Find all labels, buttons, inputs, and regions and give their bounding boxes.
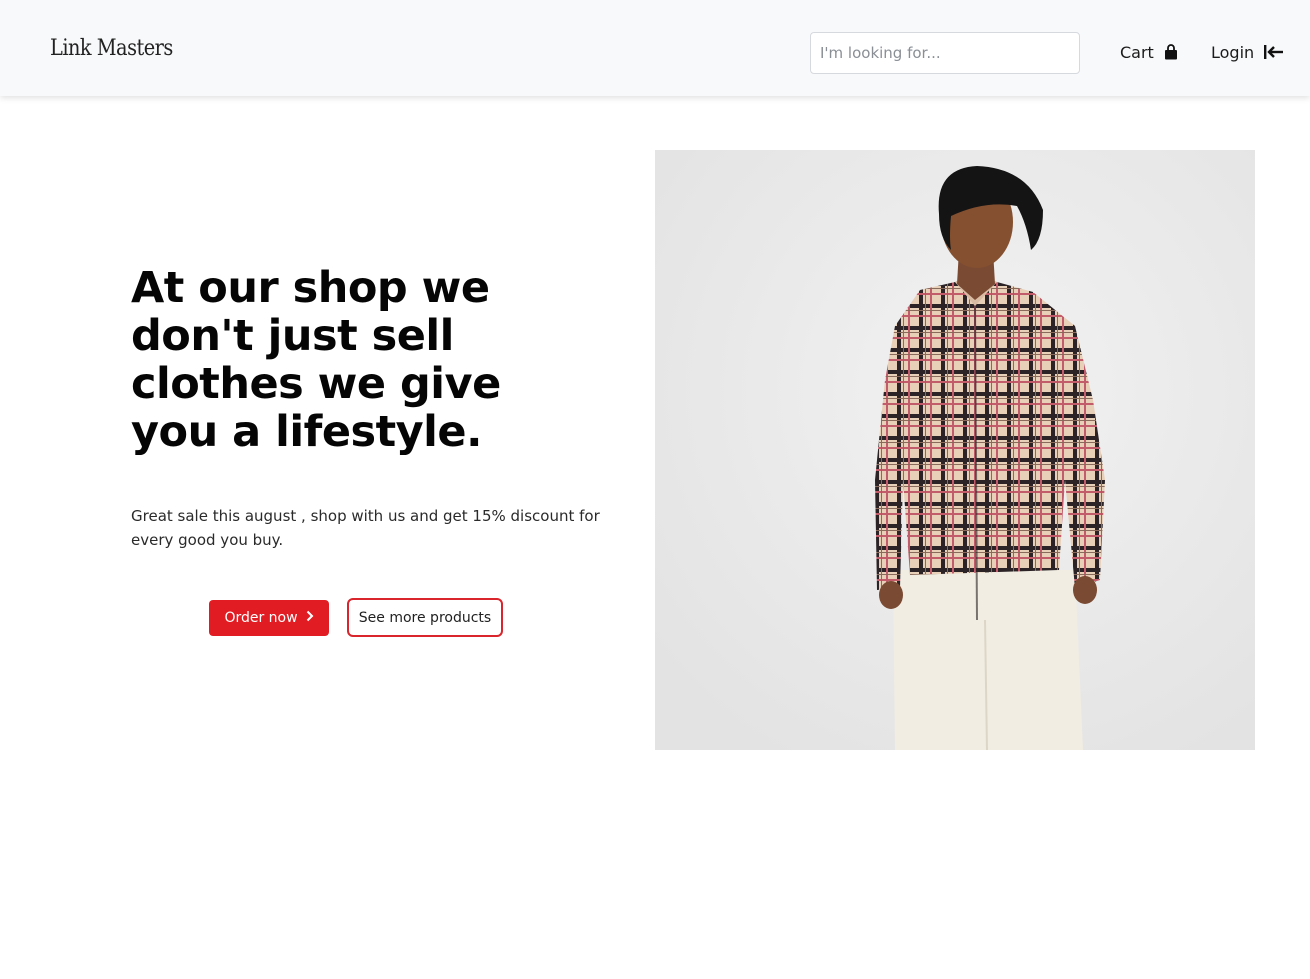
hero-subtext: Great sale this august , shop with us an… xyxy=(131,507,600,549)
shopping-bag-icon xyxy=(1164,44,1178,60)
cart-label: Cart xyxy=(1120,42,1154,62)
chevron-right-icon xyxy=(306,610,314,626)
search-input[interactable] xyxy=(810,32,1080,74)
hero-model-photo xyxy=(655,150,1255,750)
login-label: Login xyxy=(1211,42,1255,62)
sign-in-arrow-icon xyxy=(1264,44,1284,60)
order-now-button[interactable]: Order now xyxy=(209,600,329,636)
hero-headline: At our shop we don't just sell clothes w… xyxy=(131,263,501,457)
site-header: Link Masters Cart Login xyxy=(0,0,1310,96)
cart-link[interactable]: Cart xyxy=(1120,40,1178,64)
see-more-products-button[interactable]: See more products xyxy=(347,598,503,637)
login-link[interactable]: Login xyxy=(1211,40,1284,64)
see-more-products-label: See more products xyxy=(358,609,492,626)
brand-logo[interactable]: Link Masters xyxy=(50,36,173,61)
order-now-label: Order now xyxy=(224,610,298,626)
